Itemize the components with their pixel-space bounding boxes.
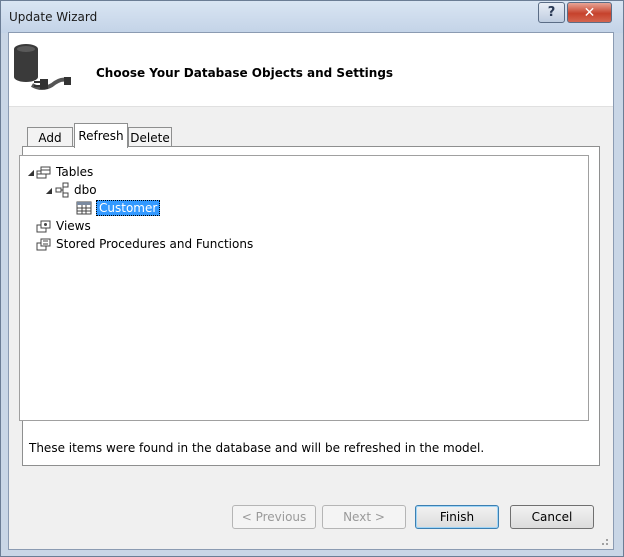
help-button[interactable]: ? xyxy=(538,2,565,23)
expanded-arrow-icon[interactable]: ◢ xyxy=(26,167,36,177)
close-button[interactable]: ✕ xyxy=(567,2,612,23)
window-title: Update Wizard xyxy=(9,10,98,24)
finish-button[interactable]: Finish xyxy=(415,505,499,529)
tab-label: Add xyxy=(38,130,62,145)
tab-add[interactable]: Add xyxy=(27,127,73,147)
tree-node-tables[interactable]: ◢ Tables xyxy=(26,163,93,181)
wizard-header: Choose Your Database Objects and Setting… xyxy=(9,33,613,107)
tree-node-stored-procedures[interactable]: Stored Procedures and Functions xyxy=(36,235,253,253)
tree-label-procedures: Stored Procedures and Functions xyxy=(56,237,254,251)
title-bar[interactable]: Update Wizard ? ✕ xyxy=(1,1,623,33)
next-button[interactable]: Next > xyxy=(322,505,406,529)
schema-icon xyxy=(55,182,69,198)
database-connection-icon xyxy=(14,44,71,90)
tree-node-customer[interactable]: Customer xyxy=(76,199,161,217)
table-icon xyxy=(76,201,92,215)
tree-label-customer: Customer xyxy=(96,200,161,216)
tables-folder-icon xyxy=(36,166,51,179)
tree-node-dbo[interactable]: ◢ dbo xyxy=(44,181,97,199)
help-icon: ? xyxy=(547,5,556,20)
tree-label-tables: Tables xyxy=(56,165,94,179)
wizard-body: Choose Your Database Objects and Setting… xyxy=(8,32,614,550)
tree-label-views: Views xyxy=(56,219,91,233)
cancel-button[interactable]: Cancel xyxy=(510,505,594,529)
procedures-folder-icon xyxy=(36,238,51,251)
tree-label-dbo: dbo xyxy=(74,183,97,197)
update-wizard-window: Update Wizard ? ✕ Choose Your Database O… xyxy=(0,0,624,557)
tab-delete[interactable]: Delete xyxy=(128,127,172,147)
tab-refresh[interactable]: Refresh xyxy=(74,123,128,148)
tab-label: Delete xyxy=(130,130,170,145)
resize-grip-icon[interactable] xyxy=(599,536,609,546)
views-folder-icon xyxy=(36,220,51,233)
close-icon: ✕ xyxy=(583,4,596,21)
info-message: These items were found in the database a… xyxy=(29,441,485,455)
expanded-arrow-icon[interactable]: ◢ xyxy=(44,185,54,195)
tab-label: Refresh xyxy=(78,129,124,143)
tree-node-views[interactable]: Views xyxy=(36,217,91,235)
objects-tree[interactable]: ◢ Tables ◢ dbo Customer Views Stored Pro… xyxy=(19,155,589,421)
page-title: Choose Your Database Objects and Setting… xyxy=(96,66,394,80)
previous-button[interactable]: < Previous xyxy=(232,505,316,529)
